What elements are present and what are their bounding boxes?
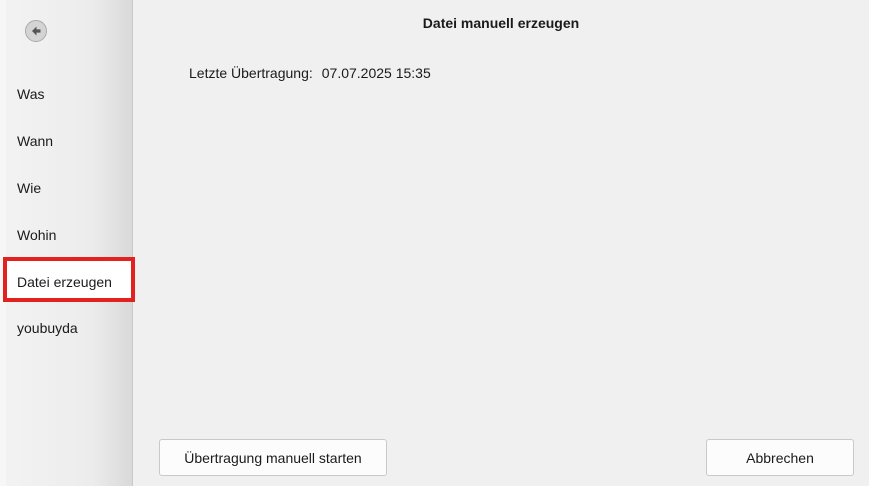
sidebar: Was Wann Wie Wohin Datei erzeugen youbuy… [0,0,135,486]
sidebar-item-wann[interactable]: Wann [17,133,53,149]
sidebar-item-youbuyda[interactable]: youbuyda [17,320,78,336]
app-window: Was Wann Wie Wohin Datei erzeugen youbuy… [0,0,869,486]
last-transfer-value: 07.07.2025 15:35 [321,65,431,81]
arrow-left-icon [30,25,42,37]
sidebar-item-was[interactable]: Was [17,86,44,102]
page-title: Datei manuell erzeugen [422,15,580,31]
back-button[interactable] [25,20,47,42]
start-transfer-button[interactable]: Übertragung manuell starten [159,439,387,476]
last-transfer-label: Letzte Übertragung: [189,65,313,81]
sidebar-item-wie[interactable]: Wie [17,180,41,196]
last-transfer-row: Letzte Übertragung: 07.07.2025 15:35 [189,65,431,81]
cancel-button[interactable]: Abbrechen [706,439,854,476]
sidebar-edge [0,0,6,486]
sidebar-item-datei-erzeugen[interactable]: Datei erzeugen [17,274,112,290]
sidebar-item-wohin[interactable]: Wohin [17,227,56,243]
